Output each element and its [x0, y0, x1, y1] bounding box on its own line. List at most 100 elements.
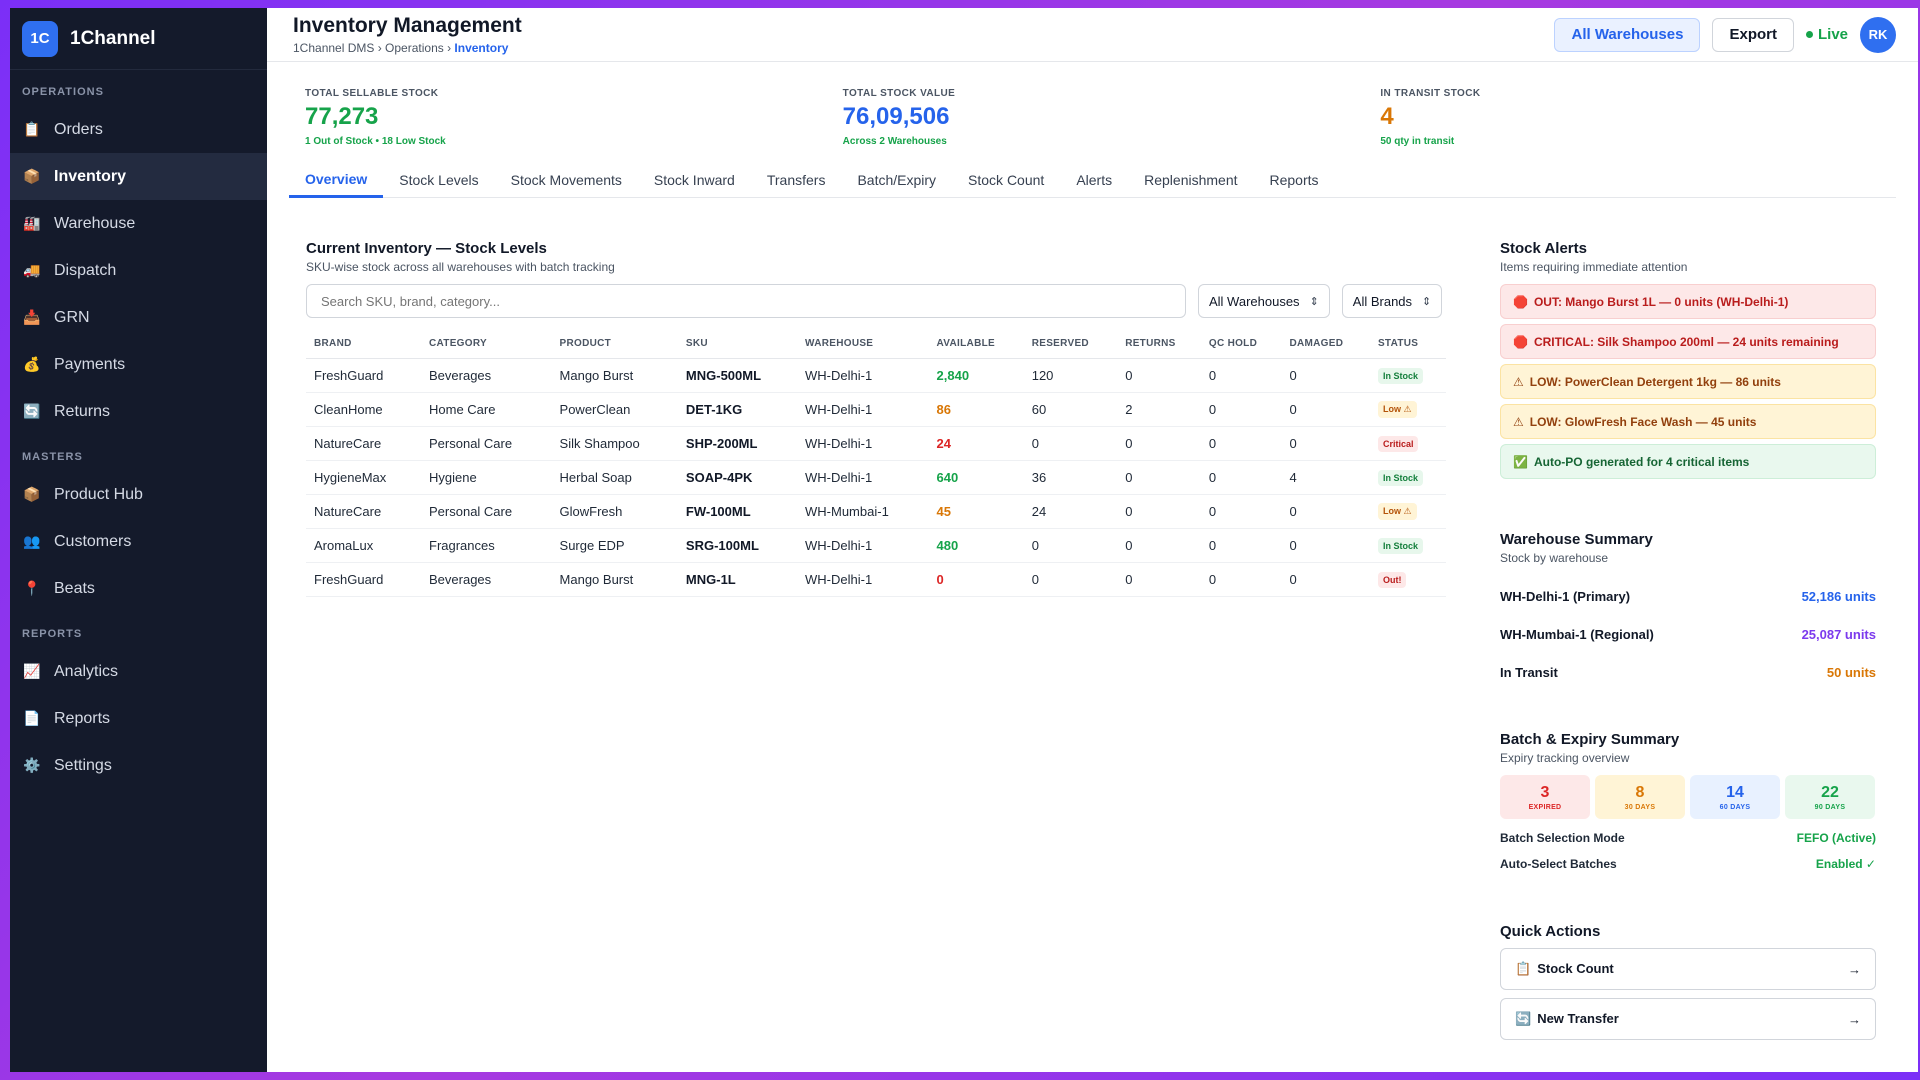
sidebar-item-reports[interactable]: 📄 Reports	[10, 695, 267, 742]
table-row[interactable]: NatureCare Personal Care Silk Shampoo SHP-2…	[306, 426, 1446, 461]
avatar[interactable]: RK	[1860, 16, 1896, 53]
column-header-status[interactable]: STATUS	[1369, 330, 1446, 359]
cell-brand: HygieneMax	[306, 460, 421, 495]
column-header-reserved[interactable]: RESERVED	[1023, 330, 1118, 359]
sidebar-item-label: Warehouse	[54, 214, 136, 232]
cell-category: Home Care	[421, 392, 552, 427]
cell-qc: 0	[1200, 528, 1282, 563]
warehouse-row[interactable]: WH-Delhi-1 (Primary) 52,186 units	[1500, 577, 1876, 615]
cell-product: Herbal Soap	[551, 460, 678, 495]
sidebar-item-label: Payments	[54, 355, 126, 373]
table-row[interactable]: CleanHome Home Care PowerClean DET-1KG WH-De…	[306, 392, 1446, 427]
cell-reserved: 36	[1023, 460, 1118, 495]
expiry-count: 22	[1821, 783, 1839, 801]
brand[interactable]: 1C 1Channel	[10, 8, 267, 70]
expiry-count: 14	[1726, 783, 1744, 801]
sidebar-item-label: Settings	[54, 756, 112, 774]
cell-status: In Stock	[1369, 460, 1446, 495]
alert-item[interactable]: ⚠ LOW: PowerClean Detergent 1kg — 86 unit…	[1500, 364, 1876, 399]
sidebar-item-inventory[interactable]: 📦 Inventory	[10, 153, 267, 200]
column-header-warehouse[interactable]: WAREHOUSE	[797, 330, 929, 359]
quick-action-content: 📋 Stock Count	[1515, 961, 1614, 977]
column-header-returns[interactable]: RETURNS	[1117, 330, 1201, 359]
sidebar-item-beats[interactable]: 📍 Beats	[10, 565, 267, 612]
expiry-box-90-days[interactable]: 22 90 DAYS	[1785, 775, 1875, 819]
warehouse-row[interactable]: WH-Mumbai-1 (Regional) 25,087 units	[1500, 615, 1876, 653]
tab-alerts[interactable]: Alerts	[1060, 162, 1128, 198]
sidebar-item-returns[interactable]: 🔄 Returns	[10, 388, 267, 435]
arrow-right-icon: →	[1848, 961, 1861, 977]
cell-product: Silk Shampoo	[551, 426, 678, 461]
tab-stock-count[interactable]: Stock Count	[952, 162, 1060, 198]
sidebar-item-grn[interactable]: 📥 GRN	[10, 294, 267, 341]
export-button[interactable]: Export	[1712, 17, 1794, 52]
expiry-box-expired[interactable]: 3 EXPIRED	[1500, 775, 1590, 819]
quick-action-stock-count[interactable]: 📋 Stock Count →	[1500, 948, 1876, 990]
column-header-damaged[interactable]: DAMAGED	[1281, 330, 1370, 359]
filters: All Warehouses ⇕ All Brands ⇕	[306, 284, 1446, 318]
column-header-product[interactable]: PRODUCT	[551, 330, 678, 359]
quick-action-label: New Transfer	[1537, 1011, 1619, 1026]
column-header-sku[interactable]: SKU	[677, 330, 798, 359]
alert-item[interactable]: 🛑 OUT: Mango Burst 1L — 0 units (WH-Delhi…	[1500, 284, 1876, 319]
column-header-available[interactable]: AVAILABLE	[928, 330, 1024, 359]
tab-replenishment[interactable]: Replenishment	[1128, 162, 1253, 198]
quick-action-new-transfer[interactable]: 🔄 New Transfer →	[1500, 998, 1876, 1040]
all-warehouses-button[interactable]: All Warehouses	[1554, 17, 1701, 52]
kpi-card-total-stock-value: TOTAL STOCK VALUE 76,09,506 Across 2 Wareh…	[843, 88, 1381, 162]
breadcrumb: 1Channel DMS › Operations › Inventory	[293, 41, 509, 55]
breadcrumb-item-dms[interactable]: 1Channel DMS	[293, 41, 374, 55]
brand-filter[interactable]: All Brands ⇕	[1341, 284, 1443, 318]
table-row[interactable]: HygieneMax Hygiene Herbal Soap SOAP-4PK WH-D…	[306, 460, 1446, 495]
expiry-box-30-days[interactable]: 8 30 DAYS	[1595, 775, 1685, 819]
search-input[interactable]	[306, 284, 1186, 318]
sidebar-item-dispatch[interactable]: 🚚 Dispatch	[10, 247, 267, 294]
expiry-box-60-days[interactable]: 14 60 DAYS	[1690, 775, 1780, 819]
table-row[interactable]: FreshGuard Beverages Mango Burst MNG-1L WH-D…	[306, 562, 1446, 597]
sidebar-item-warehouse[interactable]: 🏭 Warehouse	[10, 200, 267, 247]
tab-overview[interactable]: Overview	[289, 162, 384, 198]
expiry-label: EXPIRED	[1528, 803, 1562, 811]
table-row[interactable]: NatureCare Personal Care GlowFresh FW-100ML…	[306, 494, 1446, 529]
tab-reports[interactable]: Reports	[1254, 162, 1335, 198]
cell-status: Critical	[1369, 426, 1446, 461]
warehouse-row[interactable]: In Transit 50 units	[1500, 653, 1876, 691]
sidebar-item-label: Reports	[54, 709, 111, 727]
warehouse-name: WH-Mumbai-1 (Regional)	[1500, 626, 1654, 642]
customers-icon: 👥	[23, 533, 41, 549]
tab-stock-movements[interactable]: Stock Movements	[495, 162, 638, 198]
kpi-subtext: 1 Out of Stock • 18 Low Stock	[305, 136, 446, 147]
column-header-brand[interactable]: BRAND	[306, 330, 421, 359]
alert-item[interactable]: 🛑 CRITICAL: Silk Shampoo 200ml — 24 units…	[1500, 324, 1876, 359]
sidebar-item-payments[interactable]: 💰 Payments	[10, 341, 267, 388]
cell-warehouse: WH-Delhi-1	[797, 528, 929, 563]
column-header-qc-hold[interactable]: QC HOLD	[1200, 330, 1282, 359]
sidebar-item-analytics[interactable]: 📈 Analytics	[10, 648, 267, 695]
sidebar-item-customers[interactable]: 👥 Customers	[10, 518, 267, 565]
tab-transfers[interactable]: Transfers	[751, 162, 842, 198]
tab-stock-levels[interactable]: Stock Levels	[383, 162, 494, 198]
table-row[interactable]: AromaLux Fragrances Surge EDP SRG-100ML WH-D…	[306, 528, 1446, 563]
status-badge: Low ⚠	[1377, 503, 1417, 520]
arrow-right-icon: →	[1848, 1011, 1861, 1027]
tab-batch-expiry[interactable]: Batch/Expiry	[841, 162, 952, 198]
sidebar-item-settings[interactable]: ⚙️ Settings	[10, 742, 267, 789]
column-header-category[interactable]: CATEGORY	[421, 330, 552, 359]
alert-item[interactable]: ✅ Auto-PO generated for 4 critical items	[1500, 444, 1876, 479]
cell-available: 0	[928, 562, 1024, 597]
cell-reserved: 60	[1023, 392, 1118, 427]
payments-icon: 💰	[23, 356, 41, 372]
breadcrumb-item-operations[interactable]: Operations	[385, 41, 444, 55]
batch-expiry-card: Batch & Expiry Summary Expiry tracking o…	[1500, 731, 1876, 871]
warehouse-units: 25,087 units	[1801, 626, 1876, 642]
warehouse-filter[interactable]: All Warehouses ⇕	[1198, 284, 1330, 318]
reports-icon: 📄	[23, 710, 41, 726]
returns-icon: 🔄	[23, 403, 41, 419]
orders-icon: 📋	[23, 121, 41, 137]
alert-item[interactable]: ⚠ LOW: GlowFresh Face Wash — 45 units	[1500, 404, 1876, 439]
cell-reserved: 0	[1023, 528, 1118, 563]
sidebar-item-orders[interactable]: 📋 Orders	[10, 106, 267, 153]
sidebar-item-product-hub[interactable]: 📦 Product Hub	[10, 471, 267, 518]
table-row[interactable]: FreshGuard Beverages Mango Burst MNG-500ML W…	[306, 358, 1446, 393]
tab-stock-inward[interactable]: Stock Inward	[638, 162, 751, 198]
